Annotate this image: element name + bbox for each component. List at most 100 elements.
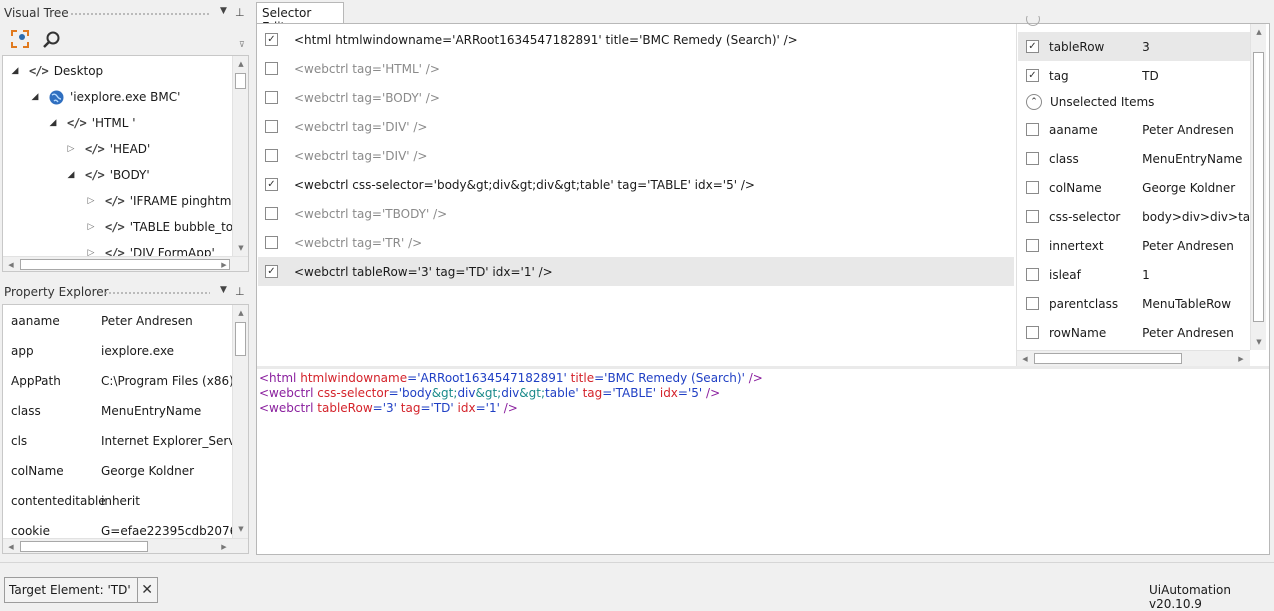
collapse-up-icon[interactable]: ⌃ [1026,94,1042,110]
attribute-checkbox[interactable] [1026,326,1039,339]
selector-checkbox[interactable]: ✓ [265,178,278,191]
chevron-down-icon[interactable]: ▼ [220,6,227,16]
scroll-left-icon[interactable]: ◀ [3,539,19,553]
collapsed-arrow-icon[interactable]: ▷ [65,144,77,154]
tree-item-iframe[interactable]: ▷ </> 'IFRAME pinghtml' [85,188,239,214]
toolbar-overflow-icon[interactable]: ⊽ [239,40,245,49]
scroll-right-icon[interactable]: ▶ [216,539,232,553]
scroll-down-icon[interactable]: ▼ [233,521,248,537]
attribute-value[interactable]: 3 [1142,40,1250,54]
expanded-arrow-icon[interactable]: ◢ [29,92,41,102]
attribute-checkbox[interactable] [1026,123,1039,136]
selector-row[interactable]: <webctrl tag='HTML' /> [258,54,1014,83]
attribute-row[interactable]: parentclass MenuTableRow [1018,289,1250,318]
attribute-checkbox[interactable] [1026,181,1039,194]
attribute-value[interactable]: MenuEntryName [1142,152,1250,166]
attribute-hscroll[interactable]: ◀ ▶ [1017,350,1250,366]
expanded-arrow-icon[interactable]: ◢ [47,118,59,128]
property-explorer-vscroll[interactable]: ▲ ▼ [232,305,248,538]
scroll-thumb[interactable] [20,541,148,552]
selector-checkbox[interactable] [265,91,278,104]
selector-checkbox[interactable]: ✓ [265,265,278,278]
unselected-items-header[interactable]: ⌃ Unselected Items [1026,92,1154,112]
attribute-row[interactable]: rowName Peter Andresen [1018,318,1250,347]
scroll-thumb[interactable] [235,322,246,356]
property-row[interactable]: aaname Peter Andresen [11,306,233,336]
selector-row-selected[interactable]: ✓ <webctrl tableRow='3' tag='TD' idx='1'… [258,257,1014,286]
selector-checkbox[interactable] [265,62,278,75]
attribute-value[interactable]: body>div>div>table [1142,210,1250,224]
selector-checkbox[interactable] [265,120,278,133]
selector-row[interactable]: <webctrl tag='TR' /> [258,228,1014,257]
scroll-right-icon[interactable]: ▶ [216,257,232,271]
scroll-thumb[interactable] [1253,52,1264,322]
property-row[interactable]: cls Internet Explorer_Server [11,426,233,456]
target-element-chip[interactable]: Target Element: 'TD' ✕ [4,577,158,603]
tab-selector-editor[interactable]: Selector Editor [256,2,344,34]
collapsed-arrow-icon[interactable]: ▷ [85,196,97,206]
selector-row[interactable]: ✓ <webctrl css-selector='body&gt;div&gt;… [258,170,1014,199]
tree-item-iexplore[interactable]: ◢ 'iexplore.exe BMC' [29,84,180,110]
attribute-checkbox[interactable] [1026,152,1039,165]
property-row[interactable]: contenteditable inherit [11,486,233,516]
scroll-up-icon[interactable]: ▲ [1251,24,1267,40]
expanded-arrow-icon[interactable]: ◢ [9,66,21,76]
attribute-value[interactable]: Peter Andresen [1142,239,1250,253]
attribute-value[interactable]: George Koldner [1142,181,1250,195]
collapsed-arrow-icon[interactable]: ▷ [85,222,97,232]
collapse-top-icon[interactable] [1026,16,1042,28]
selector-checkbox[interactable] [265,207,278,220]
attribute-vscroll[interactable]: ▲ ▼ [1250,24,1266,350]
search-icon[interactable] [42,30,62,50]
property-explorer-hscroll[interactable]: ◀ ▶ [3,538,248,553]
attribute-row[interactable]: css-selector body>div>div>table [1018,202,1250,231]
scroll-up-icon[interactable]: ▲ [233,305,248,321]
scroll-left-icon[interactable]: ◀ [1017,351,1033,367]
scroll-right-icon[interactable]: ▶ [1233,351,1249,367]
expanded-arrow-icon[interactable]: ◢ [65,170,77,180]
drag-grip[interactable] [104,291,210,296]
chevron-down-icon[interactable]: ▼ [220,285,227,295]
attribute-value[interactable]: 1 [1142,268,1250,282]
scroll-down-icon[interactable]: ▼ [233,240,248,256]
attribute-checkbox[interactable] [1026,268,1039,281]
attribute-value[interactable]: MenuTableRow [1142,297,1250,311]
attribute-checkbox[interactable]: ✓ [1026,69,1039,82]
property-row[interactable]: class MenuEntryName [11,396,233,426]
pin-icon[interactable]: ⊥ [235,285,245,298]
selector-checkbox[interactable] [265,236,278,249]
attribute-row[interactable]: isleaf 1 [1018,260,1250,289]
attribute-checkbox[interactable]: ✓ [1026,40,1039,53]
pin-icon[interactable]: ⊥ [235,6,245,19]
property-row[interactable]: colName George Koldner [11,456,233,486]
attribute-row[interactable]: ✓ tableRow 3 [1018,32,1250,61]
attribute-checkbox[interactable] [1026,210,1039,223]
scroll-left-icon[interactable]: ◀ [3,257,19,271]
scroll-thumb[interactable] [20,259,230,270]
tree-item-html[interactable]: ◢ </> 'HTML ' [47,110,136,136]
selector-checkbox[interactable]: ✓ [265,33,278,46]
property-row[interactable]: app iexplore.exe [11,336,233,366]
visual-tree-vscroll[interactable]: ▲ ▼ [232,56,248,256]
scroll-down-icon[interactable]: ▼ [1251,334,1267,350]
attribute-checkbox[interactable] [1026,297,1039,310]
tree-item-table[interactable]: ▷ </> 'TABLE bubble_tool [85,214,244,240]
scroll-up-icon[interactable]: ▲ [233,56,248,72]
attribute-value[interactable]: TD [1142,69,1250,83]
tree-item-body[interactable]: ◢ </> 'BODY' [65,162,150,188]
highlight-target-icon[interactable] [11,30,29,48]
attribute-value[interactable]: Peter Andresen [1142,326,1250,340]
selector-row[interactable]: <webctrl tag='TBODY' /> [258,199,1014,228]
scroll-thumb[interactable] [235,73,246,89]
tree-item-desktop[interactable]: ◢ </> Desktop [9,58,104,84]
attribute-checkbox[interactable] [1026,239,1039,252]
selector-row[interactable]: ✓ <html htmlwindowname='ARRoot1634547182… [258,25,1014,54]
scroll-thumb[interactable] [1034,353,1182,364]
selector-checkbox[interactable] [265,149,278,162]
attribute-value[interactable]: Peter Andresen [1142,123,1250,137]
attribute-row[interactable]: class MenuEntryName [1018,144,1250,173]
visual-tree-hscroll[interactable]: ◀ ▶ [3,256,248,271]
tree-item-head[interactable]: ▷ </> 'HEAD' [65,136,151,162]
drag-grip[interactable] [70,12,210,17]
property-row[interactable]: AppPath C:\Program Files (x86)\In [11,366,233,396]
